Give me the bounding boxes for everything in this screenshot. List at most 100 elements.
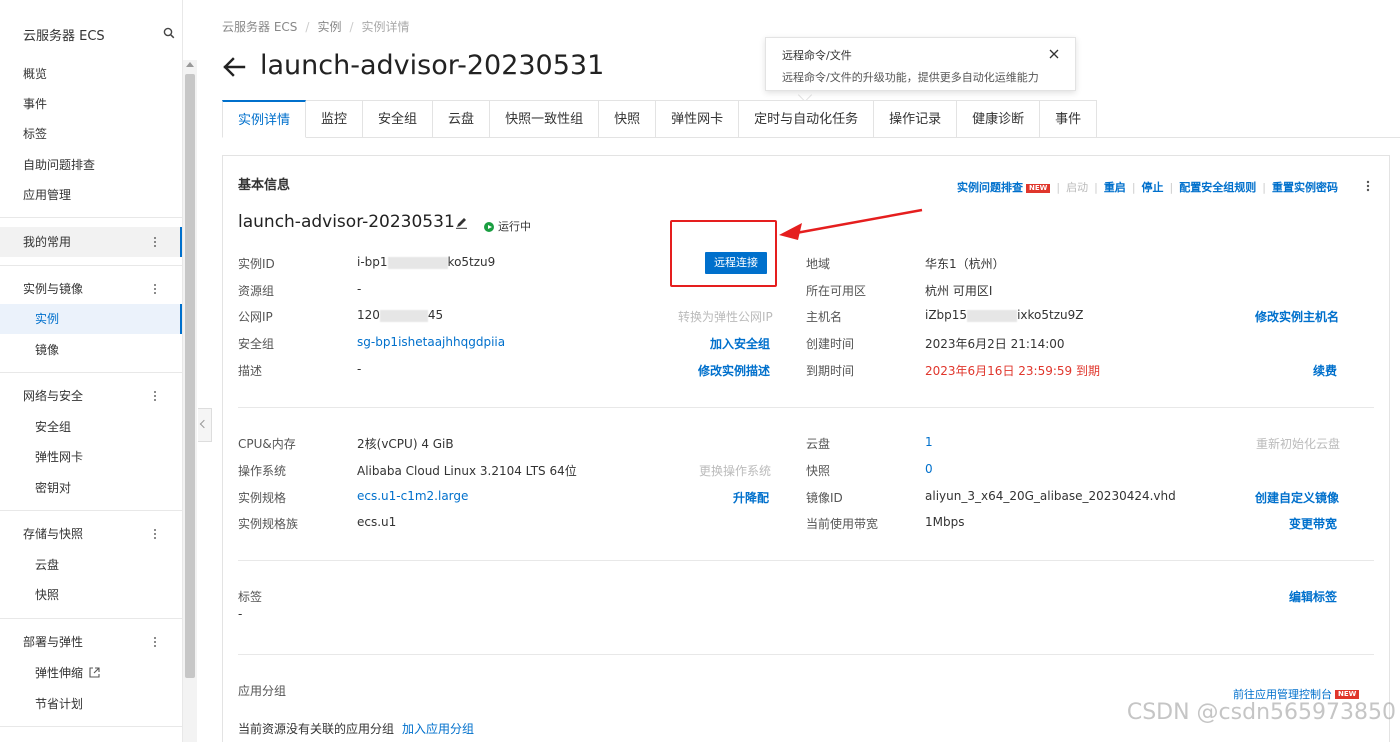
instance-id-label: 实例ID — [238, 257, 275, 271]
sidebar-item-security-groups[interactable]: 安全组 — [35, 415, 71, 439]
sidebar-group-storage-snapshots[interactable]: 存储与快照 — [23, 522, 83, 546]
breadcrumb-root[interactable]: 云服务器 ECS — [222, 20, 297, 34]
region-value: 华东1（杭州） — [925, 257, 1005, 271]
sidebar-item-overview[interactable]: 概览 — [23, 62, 47, 86]
config-sg-rules-link[interactable]: 配置安全组规则 — [1179, 181, 1256, 194]
more-icon[interactable] — [152, 636, 158, 648]
sidebar-title: 云服务器 ECS — [23, 29, 105, 44]
sidebar-item-label: 弹性伸缩 — [35, 666, 84, 680]
sidebar-item-images[interactable]: 镜像 — [35, 338, 59, 362]
sidebar-item-savings-plan[interactable]: 节省计划 — [35, 692, 83, 716]
tab-snapshots[interactable]: 快照 — [599, 100, 657, 138]
instance-actions: 实例问题排查 NEW | 启动 | 重启 | 停止 | 配置安全组规则 | 重置实例密码 — [957, 181, 1338, 194]
join-security-group-link[interactable]: 加入安全组 — [710, 335, 770, 352]
more-icon[interactable] — [152, 283, 158, 295]
scrollbar-thumb[interactable] — [185, 74, 195, 678]
restart-button[interactable]: 重启 — [1104, 181, 1126, 194]
watermark: CSDN @csdn565973850 — [1126, 700, 1396, 725]
bandwidth-label: 当前使用带宽 — [806, 517, 879, 531]
instance-type-link[interactable]: ecs.u1-c1m2.large — [357, 489, 468, 503]
tab-scheduled-tasks[interactable]: 定时与自动化任务 — [739, 100, 875, 138]
back-arrow-icon[interactable] — [222, 56, 246, 78]
add-app-group-link[interactable]: 加入应用分组 — [402, 720, 474, 737]
edit-tags-link[interactable]: 编辑标签 — [1289, 588, 1337, 605]
created-time-label: 创建时间 — [806, 337, 855, 351]
create-custom-image-link[interactable]: 创建自定义镜像 — [1255, 489, 1339, 506]
search-icon[interactable] — [163, 27, 175, 39]
sidebar-group-favorites[interactable]: 我的常用 — [23, 230, 71, 254]
sidebar-active-bg — [0, 304, 182, 334]
sidebar-item-keypairs[interactable]: 密钥对 — [35, 476, 71, 500]
sidebar-item-snapshots[interactable]: 快照 — [35, 583, 59, 607]
start-button[interactable]: 启动 — [1066, 181, 1088, 194]
edit-hostname-link[interactable]: 修改实例主机名 — [1255, 308, 1339, 325]
stop-button[interactable]: 停止 — [1142, 181, 1164, 194]
snapshot-count-link[interactable]: 0 — [925, 462, 933, 476]
sidebar-item-app-management[interactable]: 应用管理 — [23, 183, 71, 207]
status-text: 运行中 — [498, 220, 531, 233]
instance-id-prefix: i-bp1 — [357, 255, 388, 269]
more-icon[interactable] — [152, 236, 158, 248]
scroll-up-arrow-icon[interactable] — [186, 62, 194, 67]
sidebar-item-events[interactable]: 事件 — [23, 92, 47, 116]
sidebar-item-troubleshoot[interactable]: 自助问题排查 — [23, 153, 95, 177]
description-value: - — [357, 362, 362, 376]
annotation-highlight-box — [670, 220, 777, 287]
sidebar-item-instances[interactable]: 实例 — [35, 307, 59, 331]
edit-pencil-icon[interactable] — [455, 216, 468, 229]
sidebar-group-instances-images[interactable]: 实例与镜像 — [23, 277, 83, 301]
tab-snapshot-consistency-groups[interactable]: 快照一致性组 — [490, 100, 600, 138]
resource-group-label: 资源组 — [238, 284, 275, 298]
os-value: Alibaba Cloud Linux 3.2104 LTS 64位 — [357, 464, 577, 478]
sidebar-divider — [0, 618, 182, 619]
troubleshoot-link[interactable]: 实例问题排查 — [957, 181, 1023, 194]
breadcrumb-parent[interactable]: 实例 — [317, 20, 341, 34]
tab-security-groups[interactable]: 安全组 — [363, 100, 434, 138]
instance-family-value: ecs.u1 — [357, 515, 397, 529]
convert-eip-link[interactable]: 转换为弹性公网IP — [678, 308, 773, 325]
collapse-sidebar-button[interactable] — [198, 408, 212, 442]
sidebar-group-network-security[interactable]: 网络与安全 — [23, 384, 83, 408]
tab-eni[interactable]: 弹性网卡 — [656, 100, 740, 138]
tags-value: - — [238, 607, 243, 621]
sidebar-divider — [0, 217, 182, 218]
sidebar-group-deploy-elastic[interactable]: 部署与弹性 — [23, 630, 83, 654]
close-icon[interactable] — [1049, 49, 1059, 59]
sidebar-item-tags[interactable]: 标签 — [23, 122, 47, 146]
change-bandwidth-link[interactable]: 变更带宽 — [1289, 515, 1337, 532]
security-group-link[interactable]: sg-bp1ishetaajhhqgdpiia — [357, 335, 505, 349]
change-os-link[interactable]: 更换操作系统 — [699, 462, 771, 479]
redacted-region — [967, 309, 1018, 322]
disk-count-link[interactable]: 1 — [925, 435, 933, 449]
more-icon[interactable] — [152, 390, 158, 402]
region-label: 地域 — [806, 257, 831, 271]
new-badge: NEW — [1026, 183, 1051, 193]
upgrade-downgrade-link[interactable]: 升降配 — [733, 489, 769, 506]
instance-type-label: 实例规格 — [238, 491, 287, 505]
reset-password-link[interactable]: 重置实例密码 — [1272, 181, 1338, 194]
section-title-basic-info: 基本信息 — [238, 178, 291, 193]
bandwidth-value: 1Mbps — [925, 515, 965, 529]
breadcrumb-current: 实例详情 — [361, 20, 410, 34]
expire-time-label: 到期时间 — [806, 364, 855, 378]
edit-description-link[interactable]: 修改实例描述 — [698, 362, 770, 379]
sidebar-item-disks[interactable]: 云盘 — [35, 553, 59, 577]
tab-health-diagnosis[interactable]: 健康诊断 — [957, 100, 1041, 138]
renew-link[interactable]: 续费 — [1313, 362, 1337, 379]
section-divider — [238, 560, 1374, 561]
sidebar-item-auto-scaling[interactable]: 弹性伸缩 — [35, 661, 100, 685]
tab-instance-details[interactable]: 实例详情 — [222, 100, 307, 138]
created-time-value: 2023年6月2日 21:14:00 — [925, 337, 1065, 351]
tab-operation-logs[interactable]: 操作记录 — [874, 100, 958, 138]
tab-events[interactable]: 事件 — [1040, 100, 1098, 138]
sidebar-item-eni[interactable]: 弹性网卡 — [35, 445, 83, 469]
reinit-disk-link[interactable]: 重新初始化云盘 — [1256, 435, 1340, 452]
redacted-region — [387, 256, 448, 269]
tab-monitoring[interactable]: 监控 — [306, 100, 364, 138]
redacted-region — [379, 309, 428, 322]
more-icon[interactable] — [152, 528, 158, 540]
more-actions-icon[interactable] — [1366, 180, 1370, 192]
page-title: launch-advisor-20230531 — [260, 50, 605, 81]
annotation-arrow — [779, 208, 923, 240]
tab-disks[interactable]: 云盘 — [433, 100, 491, 138]
